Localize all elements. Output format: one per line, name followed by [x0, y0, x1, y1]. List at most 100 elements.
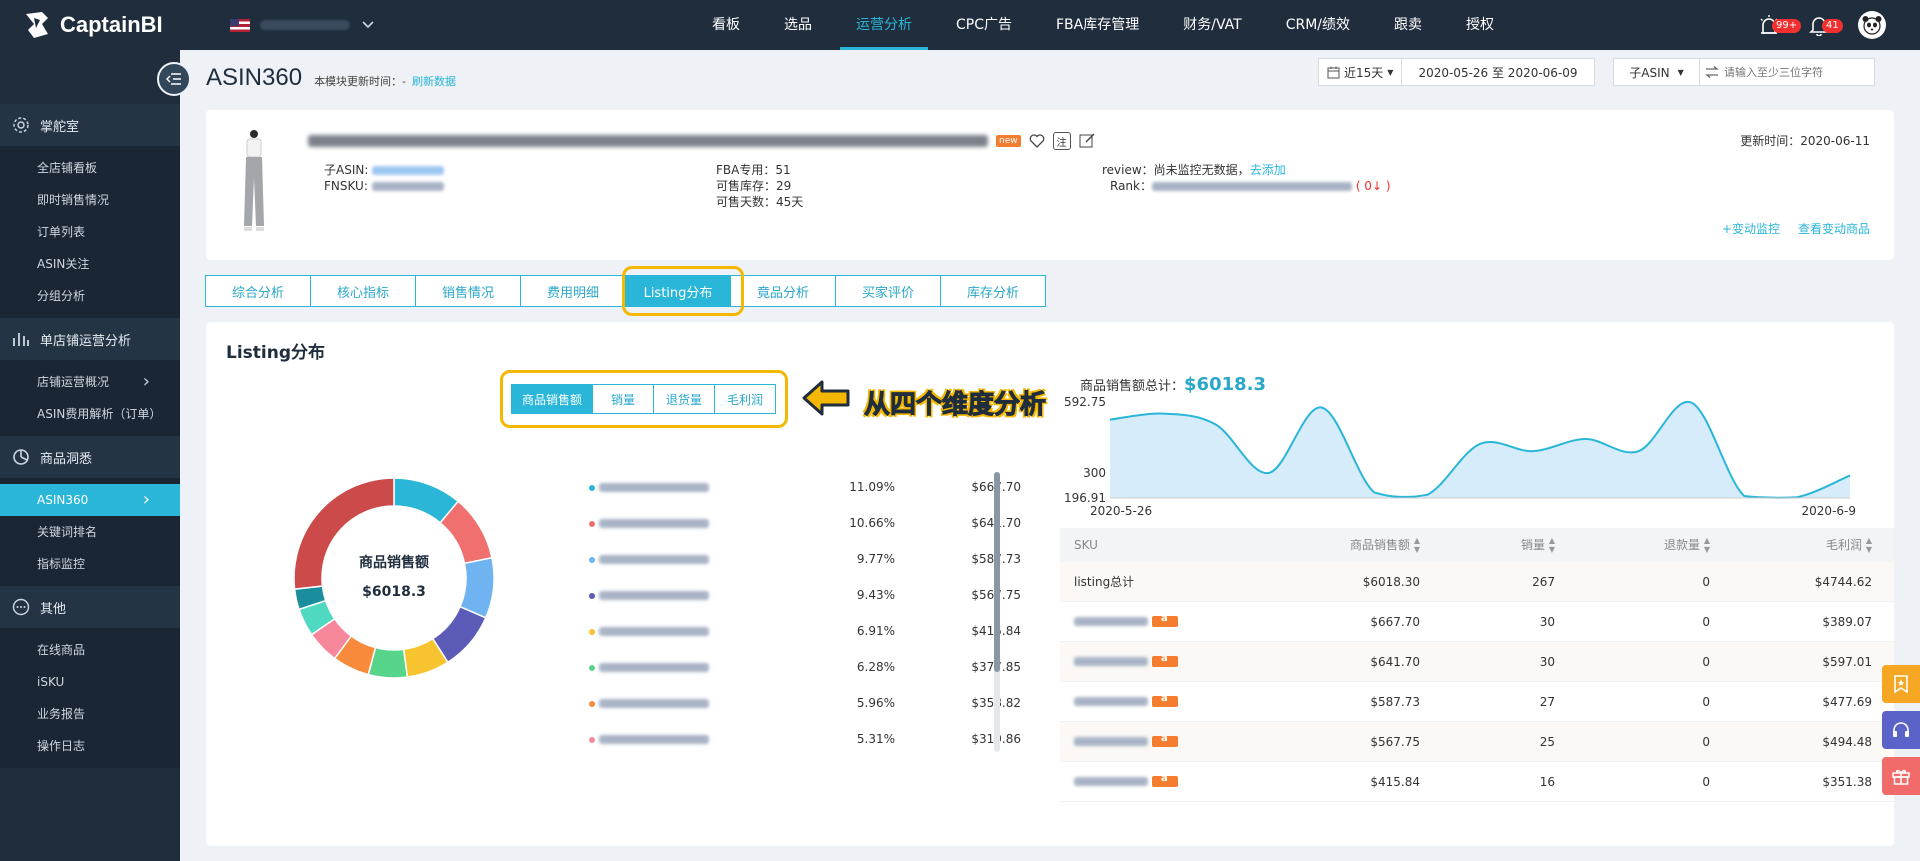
range-preset-select[interactable]: 近15天 ▼	[1319, 59, 1403, 85]
sidebar-item-label: ASIN关注	[37, 257, 90, 271]
tab-0[interactable]: 综合分析	[205, 275, 311, 307]
col-profit-sort[interactable]: 毛利润 ▲ ▼	[1710, 536, 1874, 554]
col-sales-sort[interactable]: 商品销售额 ▲ ▼	[1240, 536, 1420, 554]
notification-badge: 41	[1822, 19, 1843, 33]
chevron-right-icon: ›	[142, 489, 150, 510]
table-row[interactable]: $587.73 27 0 $477.69	[1060, 682, 1894, 722]
sidebar-item-0-2[interactable]: 订单列表	[0, 216, 180, 248]
tab-1[interactable]: 核心指标	[310, 275, 416, 307]
swap-icon[interactable]	[1700, 59, 1724, 85]
legend-amount: $567.75	[911, 588, 1021, 602]
col-qty-sort[interactable]: 销量 ▲ ▼	[1420, 536, 1555, 554]
dim-1[interactable]: 销量	[592, 384, 654, 414]
col-refund-sort[interactable]: 退款量 ▲ ▼	[1555, 536, 1710, 554]
asin-search-input[interactable]	[1724, 59, 1874, 85]
nav-item-2[interactable]: 运营分析	[834, 0, 934, 50]
table-row[interactable]: listing总计 $6018.30 267 0 $4744.62	[1060, 562, 1894, 602]
sidebar-section-3[interactable]: 其他	[0, 586, 180, 628]
scrollbar-thumb[interactable]	[994, 472, 1000, 672]
sidebar-collapse-button[interactable]	[157, 62, 191, 96]
dim-0[interactable]: 商品销售额	[511, 384, 593, 414]
sidebar-section-2[interactable]: 商品洞悉	[0, 436, 180, 478]
sidebar-item-1-0[interactable]: 店铺运营概况 ›	[0, 366, 180, 398]
nav-item-3[interactable]: CPC广告	[934, 0, 1034, 50]
alert-button[interactable]: 99+	[1758, 14, 1802, 36]
nav-item-8[interactable]: 授权	[1444, 0, 1516, 50]
sidebar-item-0-4[interactable]: 分组分析	[0, 280, 180, 312]
sidebar-item-3-3[interactable]: 操作日志	[0, 730, 180, 762]
avatar[interactable]	[1858, 11, 1886, 39]
support-button[interactable]	[1882, 711, 1920, 749]
sidebar-item-2-1[interactable]: 关键词排名	[0, 516, 180, 548]
sidebar-item-2-0[interactable]: ASIN360 ›	[0, 484, 180, 516]
table-row[interactable]: $641.70 30 0 $597.01	[1060, 642, 1894, 682]
sidebar-item-0-3[interactable]: ASIN关注	[0, 248, 180, 280]
logo[interactable]: CaptainBI	[0, 0, 180, 50]
sidebar-section-0[interactable]: 掌舵室	[0, 104, 180, 146]
product-title[interactable]	[308, 135, 988, 147]
amazon-icon[interactable]	[1152, 693, 1178, 707]
store-selector[interactable]	[230, 0, 374, 50]
tab-5[interactable]: 竟品分析	[730, 275, 836, 307]
review-status: review：尚未监控无数据，	[1102, 163, 1250, 177]
cell-refund: 0	[1702, 654, 1710, 669]
nav-item-7[interactable]: 跟卖	[1372, 0, 1444, 50]
date-range-picker[interactable]: 近15天 ▼ 2020-05-26 至 2020-06-09	[1318, 58, 1595, 86]
table-row[interactable]: $415.84 16 0 $351.38	[1060, 762, 1894, 802]
legend-sku	[599, 483, 709, 492]
donut-center-label: 商品销售额	[359, 555, 429, 571]
nav-item-6[interactable]: CRM/绩效	[1264, 0, 1372, 50]
legend-sku	[599, 627, 709, 636]
sidebar-item-2-2[interactable]: 指标监控	[0, 548, 180, 580]
cell-sales: $587.73	[1370, 694, 1420, 709]
nav-item-4[interactable]: FBA库存管理	[1034, 0, 1161, 50]
table-row[interactable]: $667.70 30 0 $389.07	[1060, 602, 1894, 642]
tab-3[interactable]: 费用明细	[520, 275, 626, 307]
col-sku: SKU	[1074, 538, 1098, 552]
cell-sku	[1060, 693, 1240, 707]
heart-icon[interactable]	[1029, 134, 1045, 148]
amazon-icon[interactable]	[1152, 733, 1178, 747]
amazon-icon[interactable]	[1152, 653, 1178, 667]
note-icon[interactable]: 注	[1052, 132, 1071, 150]
nav-item-0[interactable]: 看板	[690, 0, 762, 50]
notification-button[interactable]: 41	[1808, 14, 1843, 37]
nav-item-1[interactable]: 选品	[762, 0, 834, 50]
table-header: SKU 商品销售额 ▲ ▼ 销量 ▲ ▼ 退款量 ▲ ▼ 毛利润 ▲ ▼	[1060, 528, 1894, 562]
nav-item-5[interactable]: 财务/VAT	[1161, 0, 1263, 50]
tab-6[interactable]: 买家评价	[835, 275, 941, 307]
sidebar-item-1-1[interactable]: ASIN费用解析（订单）	[0, 398, 180, 430]
add-monitor-link[interactable]: +变动监控	[1722, 220, 1780, 237]
refresh-data-link[interactable]: 刷新数据	[412, 73, 456, 89]
module-update-time: 本模块更新时间：-	[314, 75, 407, 88]
dim-3[interactable]: 毛利润	[714, 384, 776, 414]
product-image[interactable]	[236, 128, 272, 238]
legend-sku	[599, 735, 709, 744]
sidebar-section-1[interactable]: 单店铺运营分析	[0, 318, 180, 360]
x-end-label: 2020-6-9	[1802, 504, 1856, 518]
legend-dot	[589, 737, 595, 743]
tab-2[interactable]: 销售情况	[415, 275, 521, 307]
bookmark-button[interactable]	[1882, 665, 1920, 703]
amazon-icon[interactable]	[1152, 773, 1178, 787]
edit-icon[interactable]	[1079, 133, 1095, 149]
child-asin-value[interactable]	[372, 166, 445, 175]
amazon-icon[interactable]	[1152, 613, 1178, 627]
dim-2[interactable]: 退货量	[653, 384, 715, 414]
sales-total: 商品销售额总计：$6018.3	[1080, 374, 1266, 395]
asin-type-select[interactable]: 子ASIN ▼	[1614, 59, 1700, 85]
add-review-link[interactable]: 去添加	[1250, 163, 1286, 177]
date-range-value[interactable]: 2020-05-26 至 2020-06-09	[1402, 59, 1593, 85]
table-row[interactable]: $567.75 25 0 $494.48	[1060, 722, 1894, 762]
cell-qty: 30	[1539, 654, 1555, 669]
tab-7[interactable]: 库存分析	[940, 275, 1046, 307]
sidebar-item-3-2[interactable]: 业务报告	[0, 698, 180, 730]
gift-icon	[1892, 769, 1910, 785]
sidebar-item-3-1[interactable]: iSKU	[0, 666, 180, 698]
sidebar-item-0-1[interactable]: 即时销售情况	[0, 184, 180, 216]
gift-button[interactable]	[1882, 757, 1920, 795]
sidebar-item-3-0[interactable]: 在线商品	[0, 634, 180, 666]
legend-scrollbar[interactable]	[994, 472, 1000, 752]
sidebar-item-0-0[interactable]: 全店铺看板	[0, 152, 180, 184]
view-changes-link[interactable]: 查看变动商品	[1798, 220, 1870, 237]
